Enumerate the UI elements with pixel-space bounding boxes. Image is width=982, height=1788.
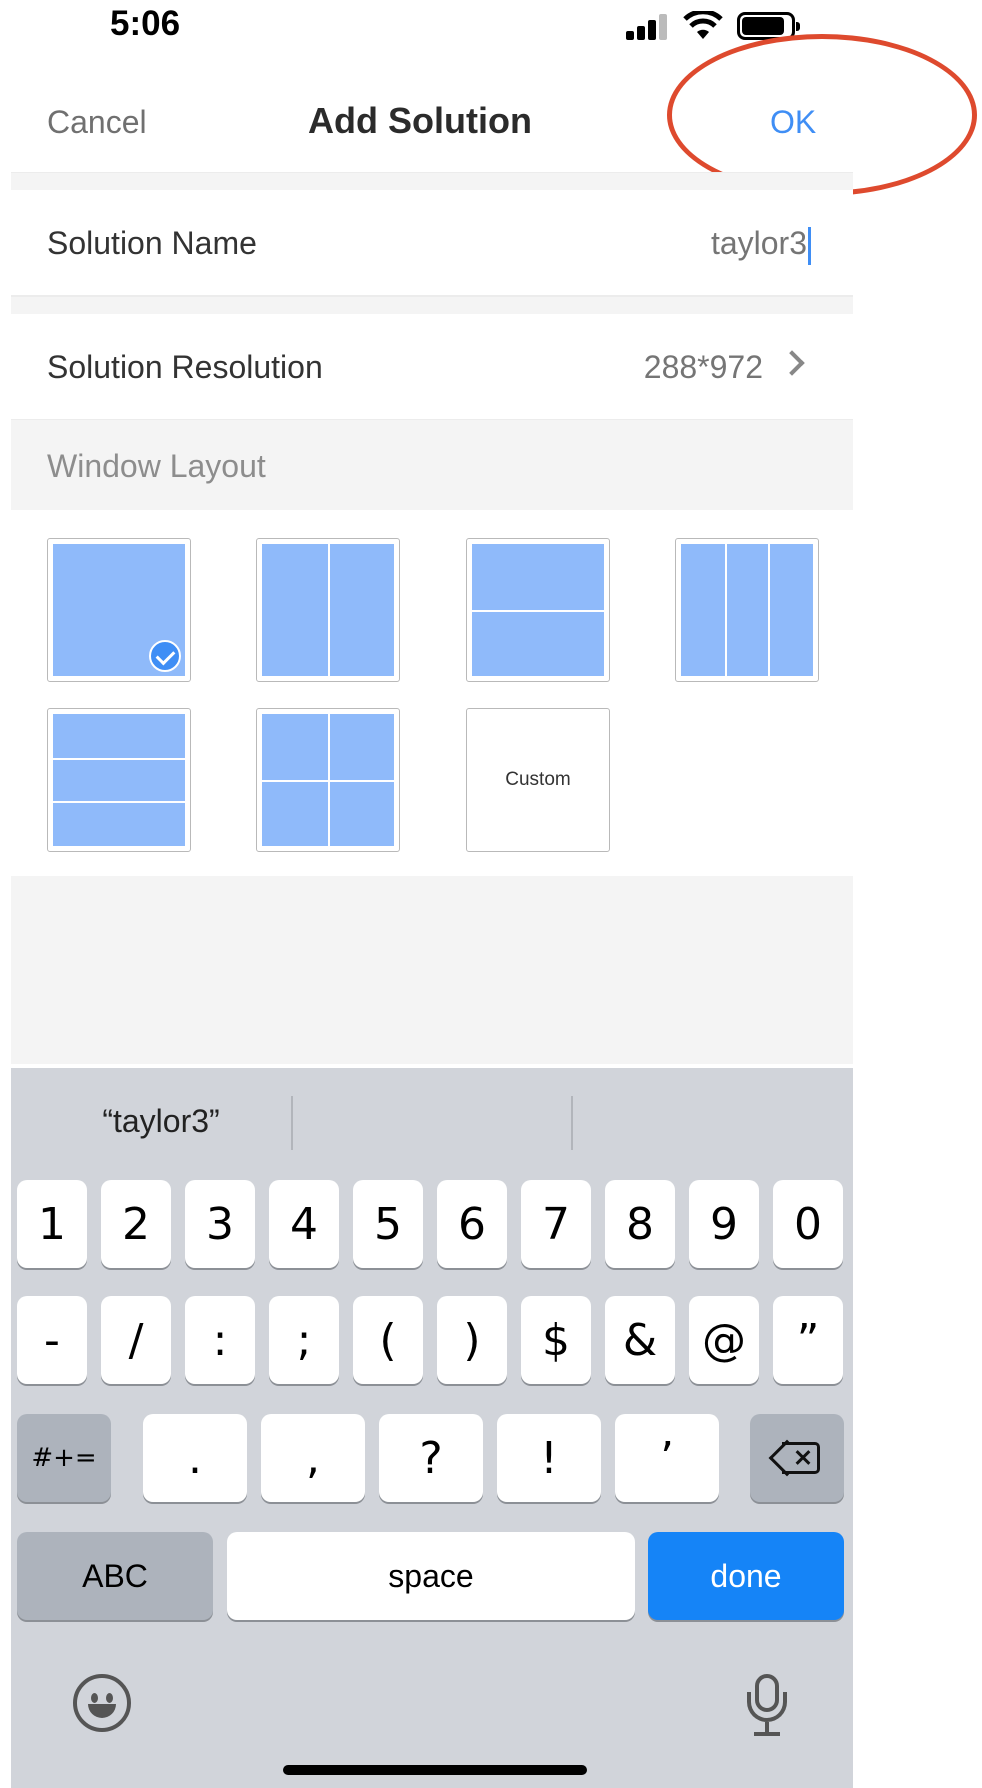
key-9[interactable]: 9 (689, 1180, 759, 1268)
layout-three-columns[interactable] (675, 538, 819, 682)
key-exclamation[interactable]: ! (497, 1414, 601, 1502)
home-indicator (283, 1765, 587, 1775)
key-slash[interactable]: / (101, 1296, 171, 1384)
backspace-icon (768, 1439, 822, 1477)
key-semicolon[interactable]: ; (269, 1296, 339, 1384)
key-7[interactable]: 7 (521, 1180, 591, 1268)
layout-two-columns[interactable] (256, 538, 400, 682)
key-5[interactable]: 5 (353, 1180, 423, 1268)
backspace-button[interactable] (750, 1414, 844, 1502)
key-open-paren[interactable]: ( (353, 1296, 423, 1384)
window-layout-label: Window Layout (47, 448, 266, 484)
emoji-icon[interactable] (73, 1674, 131, 1732)
layout-single[interactable] (47, 538, 191, 682)
solution-name-input[interactable]: taylor3 (711, 225, 811, 265)
key-8[interactable]: 8 (605, 1180, 675, 1268)
empty-area (11, 876, 853, 1064)
key-more-symbols[interactable]: #+= (17, 1414, 111, 1502)
phone-screen: 5:06 Cancel Add Solution OK Solution Nam… (0, 0, 982, 1788)
space-key[interactable]: space (227, 1532, 635, 1620)
key-4[interactable]: 4 (269, 1180, 339, 1268)
window-layout-header: Window Layout (11, 420, 853, 510)
suggestion-item[interactable]: “taylor3” (21, 1068, 301, 1174)
suggestion-divider (291, 1096, 293, 1150)
key-at[interactable]: @ (689, 1296, 759, 1384)
layout-three-rows[interactable] (47, 708, 191, 852)
key-6[interactable]: 6 (437, 1180, 507, 1268)
key-0[interactable]: 0 (773, 1180, 843, 1268)
microphone-icon[interactable] (746, 1674, 790, 1738)
key-colon[interactable]: : (185, 1296, 255, 1384)
layout-custom[interactable]: Custom (466, 708, 610, 852)
solution-name-label: Solution Name (47, 225, 257, 261)
text-cursor (808, 226, 811, 265)
solution-resolution-row[interactable]: Solution Resolution 288*972 (11, 314, 853, 420)
suggestion-bar: “taylor3” (11, 1068, 853, 1174)
key-2[interactable]: 2 (101, 1180, 171, 1268)
key-apostrophe[interactable]: ’ (615, 1414, 719, 1502)
key-dollar[interactable]: $ (521, 1296, 591, 1384)
divider (11, 172, 853, 190)
solution-resolution-value: 288*972 (643, 349, 763, 385)
layout-grid-2x2[interactable] (256, 708, 400, 852)
key-question[interactable]: ? (379, 1414, 483, 1502)
key-quote[interactable]: ” (773, 1296, 843, 1384)
key-period[interactable]: . (143, 1414, 247, 1502)
keyboard: “taylor3” 1 2 3 4 5 6 7 8 9 0 - / : ; ( … (11, 1068, 853, 1788)
suggestion-divider (571, 1096, 573, 1150)
solution-resolution-label: Solution Resolution (47, 349, 323, 385)
wifi-icon (683, 11, 723, 39)
divider (11, 296, 853, 314)
key-1[interactable]: 1 (17, 1180, 87, 1268)
key-hyphen[interactable]: - (17, 1296, 87, 1384)
solution-name-row[interactable]: Solution Name taylor3 (11, 190, 853, 296)
status-time: 5:06 (110, 4, 181, 43)
key-3[interactable]: 3 (185, 1180, 255, 1268)
key-ampersand[interactable]: & (605, 1296, 675, 1384)
done-key[interactable]: done (648, 1532, 844, 1620)
key-comma[interactable]: , (261, 1414, 365, 1502)
solution-name-value: taylor3 (710, 225, 807, 261)
custom-layout-label: Custom (505, 769, 571, 790)
layout-grid: Custom (11, 510, 853, 876)
layout-two-rows[interactable] (466, 538, 610, 682)
abc-key[interactable]: ABC (17, 1532, 213, 1620)
chevron-right-icon (779, 350, 805, 376)
check-icon (149, 640, 181, 672)
form-content: Solution Name taylor3 Solution Resolutio… (11, 172, 853, 1064)
signal-icon (626, 14, 670, 40)
key-close-paren[interactable]: ) (437, 1296, 507, 1384)
